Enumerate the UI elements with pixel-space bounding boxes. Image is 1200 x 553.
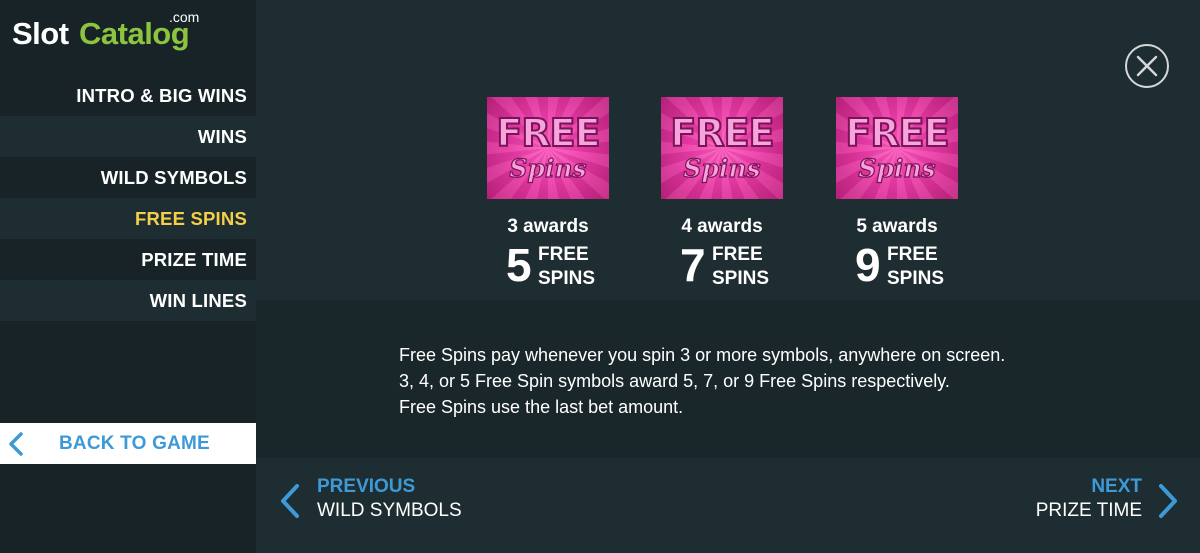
award-spins-word: SPINS <box>712 268 770 289</box>
logo-com-text: .com <box>169 9 200 25</box>
description-line: Free Spins pay whenever you spin 3 or mo… <box>399 345 1006 365</box>
award-free-word: FREE <box>887 244 938 265</box>
award-3: FREE Spins 3 awards 5 FREE SPINS <box>487 97 609 290</box>
award-spins-word: SPINS <box>887 268 945 289</box>
nav-item-wild-symbols[interactable]: WILD SYMBOLS <box>0 157 256 198</box>
description-line: Free Spins use the last bet amount. <box>399 397 684 417</box>
chevron-left-icon <box>9 432 23 456</box>
symbol-spins-text: Spins <box>858 153 936 183</box>
next-label: NEXT <box>1091 476 1142 497</box>
nav-item-prize-time[interactable]: PRIZE TIME <box>0 239 256 280</box>
award-result: 9 FREE SPINS <box>836 240 958 290</box>
award-number: 5 <box>506 239 532 291</box>
next-target: PRIZE TIME <box>1035 500 1142 521</box>
free-spins-symbol: FREE Spins <box>487 97 609 199</box>
chevron-left-icon <box>281 484 299 518</box>
award-free-spins-text: FREE SPINS <box>887 243 944 291</box>
award-result: 5 FREE SPINS <box>487 240 609 290</box>
symbol-spins-text: Spins <box>509 153 587 183</box>
symbol-free-text: FREE <box>669 110 775 156</box>
award-number: 7 <box>680 239 706 291</box>
symbol-spins-text: Spins <box>683 153 761 183</box>
back-to-game-button[interactable]: BACK TO GAME <box>0 423 256 464</box>
description-line: 3, 4, or 5 Free Spin symbols award 5, 7,… <box>399 371 950 391</box>
award-free-spins-text: FREE SPINS <box>712 243 769 291</box>
free-spins-symbol: FREE Spins <box>836 97 958 199</box>
previous-button[interactable]: PREVIOUS WILD SYMBOLS <box>278 476 478 526</box>
main-panel: FREE Spins 3 awards 5 FREE SPINS FREE Spi… <box>256 0 1200 553</box>
award-free-spins-text: FREE SPINS <box>538 243 595 291</box>
previous-label: PREVIOUS <box>317 476 416 497</box>
close-button[interactable] <box>1125 44 1169 88</box>
symbol-free-text: FREE <box>495 110 601 156</box>
award-5: FREE Spins 5 awards 9 FREE SPINS <box>836 97 958 290</box>
award-number: 9 <box>855 239 881 291</box>
award-spins-word: SPINS <box>538 268 596 289</box>
award-free-word: FREE <box>538 244 589 265</box>
symbol-free-text: FREE <box>844 110 950 156</box>
award-4: FREE Spins 4 awards 7 FREE SPINS <box>661 97 783 290</box>
award-result: 7 FREE SPINS <box>661 240 783 290</box>
award-count: 5 awards <box>856 216 938 237</box>
nav-item-free-spins[interactable]: FREE SPINS <box>0 198 256 239</box>
sidebar: Slot Catalog .com INTRO & BIG WINS WINS … <box>0 0 256 553</box>
previous-target: WILD SYMBOLS <box>317 500 462 521</box>
logo-slot-text: Slot <box>12 16 69 51</box>
nav-item-wins[interactable]: WINS <box>0 116 256 157</box>
description-text: Free Spins pay whenever you spin 3 or mo… <box>399 342 1005 420</box>
nav-item-win-lines[interactable]: WIN LINES <box>0 280 256 321</box>
nav-item-intro-big-wins[interactable]: INTRO & BIG WINS <box>0 75 256 116</box>
next-button[interactable]: NEXT PRIZE TIME <box>1020 476 1180 526</box>
back-to-game-label: BACK TO GAME <box>59 433 210 454</box>
award-count: 4 awards <box>681 216 763 237</box>
chevron-right-icon <box>1159 484 1177 518</box>
award-free-word: FREE <box>712 244 763 265</box>
help-nav: INTRO & BIG WINS WINS WILD SYMBOLS FREE … <box>0 75 256 321</box>
close-icon <box>1136 55 1158 77</box>
free-spins-symbol: FREE Spins <box>661 97 783 199</box>
award-count: 3 awards <box>507 216 589 237</box>
